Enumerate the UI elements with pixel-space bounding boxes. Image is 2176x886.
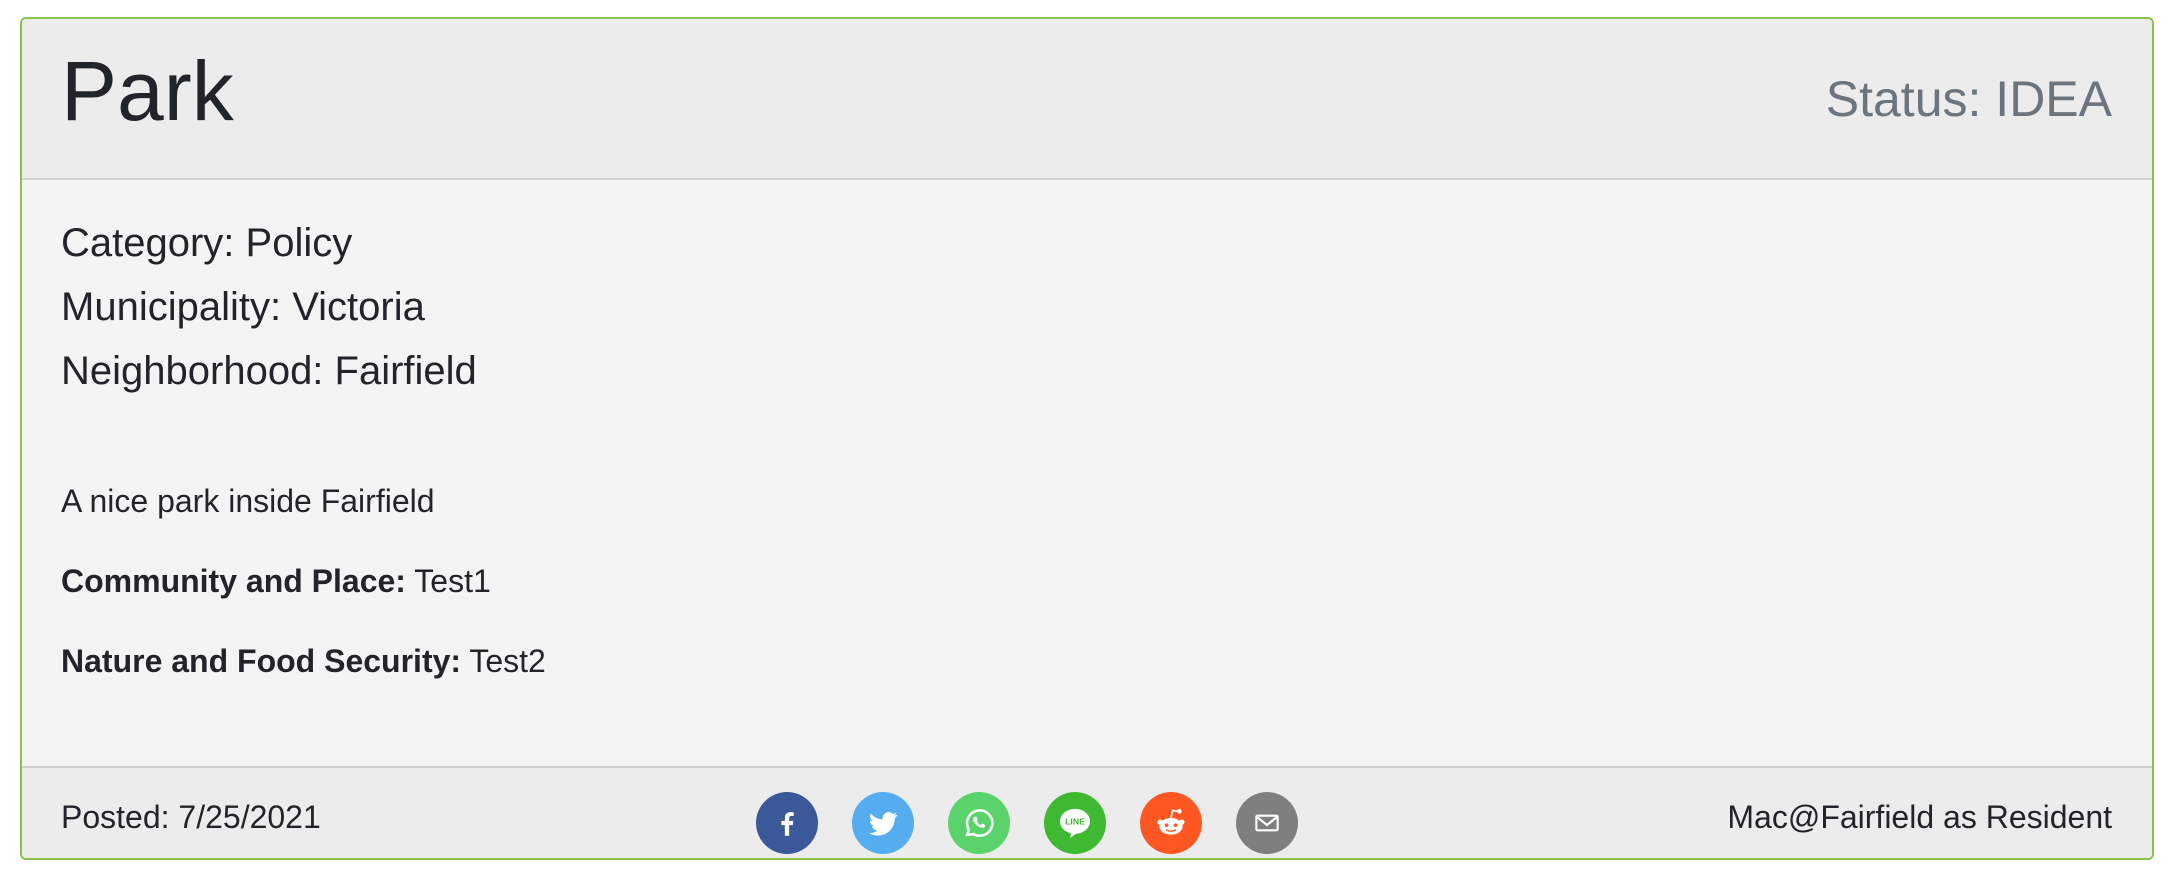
field-value: Test1: [414, 563, 491, 599]
whatsapp-icon: [965, 809, 994, 837]
card-body: Category: Policy Municipality: Victoria …: [22, 180, 2152, 766]
neighborhood-line: Neighborhood: Fairfield: [61, 349, 477, 393]
idea-description: A nice park inside Fairfield: [61, 483, 435, 519]
svg-text:LINE: LINE: [1065, 817, 1085, 827]
card-header: Park Status: IDEA: [22, 19, 2152, 180]
idea-title: Park: [61, 44, 234, 138]
field-label: Nature and Food Security:: [61, 643, 462, 679]
email-icon: [1255, 814, 1279, 832]
reddit-share-button[interactable]: [1140, 792, 1202, 854]
municipality-line: Municipality: Victoria: [61, 285, 425, 329]
author-text: Mac@Fairfield as Resident: [1727, 799, 2112, 835]
email-share-button[interactable]: [1236, 792, 1298, 854]
status-text: Status: IDEA: [1826, 74, 2112, 124]
line-share-button[interactable]: LINE: [1044, 792, 1106, 854]
whatsapp-share-button[interactable]: [948, 792, 1010, 854]
line-icon: LINE: [1060, 808, 1090, 838]
facebook-icon: [781, 812, 794, 836]
idea-card: Park Status: IDEA Category: Policy Munic…: [20, 17, 2154, 860]
twitter-icon: [868, 812, 898, 836]
posted-date: Posted: 7/25/2021: [61, 799, 321, 835]
category-line: Category: Policy: [61, 221, 353, 265]
twitter-share-button[interactable]: [852, 792, 914, 854]
field-nature-and-food-security: Nature and Food Security: Test2: [61, 645, 546, 677]
status-label: Status:: [1825, 71, 1982, 127]
card-footer: Posted: 7/25/2021 LINE Mac@Fairfield as …: [22, 766, 2152, 858]
share-buttons: LINE: [756, 792, 1298, 854]
status-value: IDEA: [1995, 71, 2112, 127]
field-value: Test2: [469, 643, 546, 679]
field-label: Community and Place:: [61, 563, 406, 599]
facebook-share-button[interactable]: [756, 792, 818, 854]
reddit-icon: [1157, 809, 1185, 835]
field-community-and-place: Community and Place: Test1: [61, 565, 491, 597]
